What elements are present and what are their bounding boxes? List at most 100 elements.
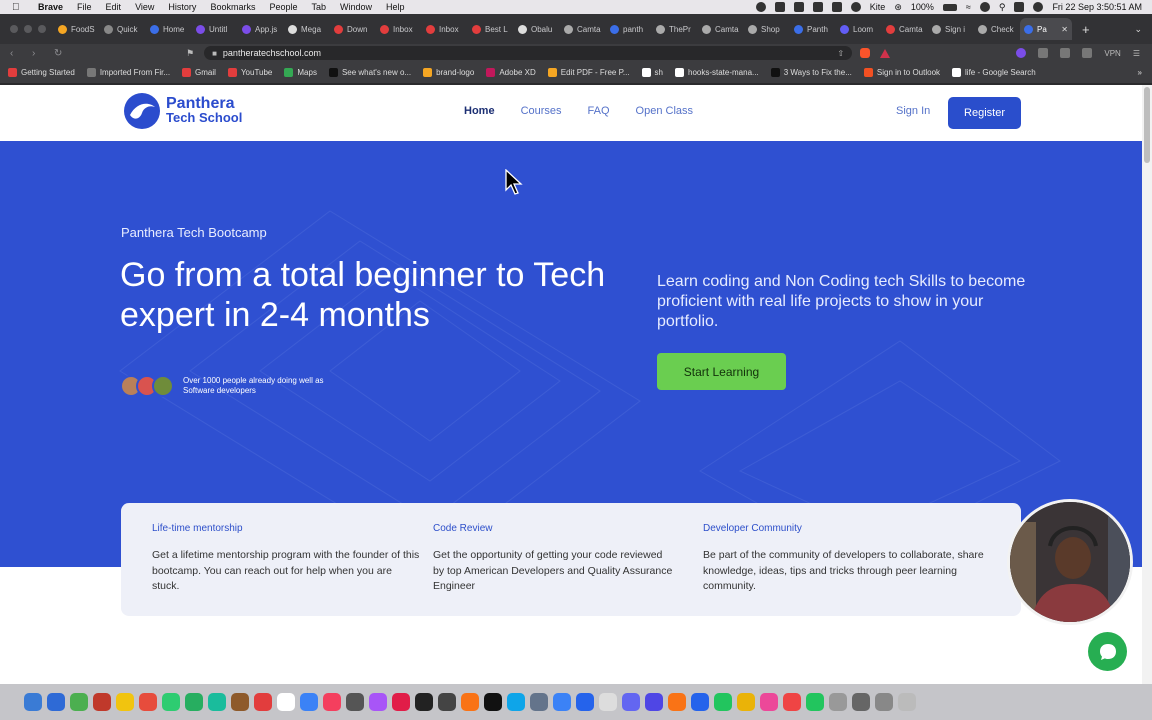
minimize-window-button[interactable] bbox=[24, 25, 32, 33]
wallet-icon[interactable] bbox=[1082, 48, 1093, 58]
vpn-button[interactable]: VPN bbox=[1104, 49, 1120, 58]
dock-app-icon[interactable] bbox=[415, 693, 433, 711]
bookmark-item[interactable]: Maps bbox=[284, 68, 317, 77]
bookmark-item[interactable]: Getting Started bbox=[8, 68, 75, 77]
bluetooth-icon[interactable]: ⊛ bbox=[894, 2, 902, 13]
bookmark-item[interactable]: See what's new o... bbox=[328, 68, 411, 77]
dock-app-icon[interactable] bbox=[116, 693, 134, 711]
browser-tab[interactable]: Camta bbox=[882, 18, 928, 40]
dock-app-icon[interactable] bbox=[277, 693, 295, 711]
dock-app-icon[interactable] bbox=[438, 693, 456, 711]
dock-app-icon[interactable] bbox=[576, 693, 594, 711]
browser-tab[interactable]: panth bbox=[606, 18, 652, 40]
browser-tab[interactable]: Mega bbox=[284, 18, 330, 40]
bookmark-item[interactable]: Edit PDF - Free P... bbox=[547, 68, 630, 77]
control-center-icon[interactable] bbox=[1014, 2, 1025, 12]
dock-app-icon[interactable] bbox=[254, 693, 272, 711]
menu-edit[interactable]: Edit bbox=[106, 2, 122, 12]
profile-icon[interactable] bbox=[1016, 48, 1027, 58]
dock-app-icon[interactable] bbox=[783, 693, 801, 711]
menu-bookmarks[interactable]: Bookmarks bbox=[210, 2, 255, 12]
more-bookmarks-icon[interactable]: » bbox=[1138, 68, 1142, 77]
close-window-button[interactable] bbox=[10, 25, 18, 33]
chat-widget-button[interactable] bbox=[1088, 632, 1127, 671]
browser-tab[interactable]: Inbox bbox=[376, 18, 422, 40]
browser-tab[interactable]: Home bbox=[146, 18, 192, 40]
dock-app-icon[interactable] bbox=[714, 693, 732, 711]
bookmark-item[interactable]: YouTube bbox=[227, 68, 272, 77]
bookmark-item[interactable]: sh bbox=[641, 68, 663, 77]
share-icon[interactable]: ⇧ bbox=[837, 49, 844, 58]
siri-icon[interactable] bbox=[1033, 2, 1044, 12]
record-icon[interactable] bbox=[755, 2, 766, 12]
site-logo[interactable]: Panthera Tech School bbox=[122, 91, 242, 131]
nav-home[interactable]: Home bbox=[464, 105, 495, 117]
lock-icon[interactable]: ■ bbox=[212, 49, 217, 58]
play-icon[interactable] bbox=[979, 2, 990, 12]
dock-app-icon[interactable] bbox=[691, 693, 709, 711]
menubar-app-icon[interactable] bbox=[850, 2, 861, 12]
menu-people[interactable]: People bbox=[269, 2, 297, 12]
bookmark-item[interactable]: Sign in to Outlook bbox=[863, 68, 940, 77]
url-text[interactable]: pantheratechschool.com bbox=[223, 48, 321, 58]
dock-app-icon[interactable] bbox=[369, 693, 387, 711]
dock-app-icon[interactable] bbox=[737, 693, 755, 711]
kite-status[interactable]: Kite bbox=[870, 2, 886, 12]
dock-app-icon[interactable] bbox=[185, 693, 203, 711]
clock[interactable]: Fri 22 Sep 3:50:51 AM bbox=[1052, 2, 1142, 12]
menu-file[interactable]: File bbox=[77, 2, 92, 12]
battery-percent[interactable]: 100% bbox=[911, 2, 934, 12]
browser-tab[interactable]: Shop bbox=[744, 18, 790, 40]
reload-button[interactable]: ↻ bbox=[54, 48, 66, 59]
browser-tab[interactable]: Sign i bbox=[928, 18, 974, 40]
dock-app-icon[interactable] bbox=[162, 693, 180, 711]
bookmark-item[interactable]: Gmail bbox=[182, 68, 216, 77]
dock-app-icon[interactable] bbox=[599, 693, 617, 711]
browser-tab[interactable]: Camta bbox=[560, 18, 606, 40]
menu-window[interactable]: Window bbox=[340, 2, 372, 12]
register-button[interactable]: Register bbox=[948, 97, 1021, 129]
browser-tab[interactable]: Inbox bbox=[422, 18, 468, 40]
browser-tab[interactable]: Check bbox=[974, 18, 1020, 40]
dock-app-icon[interactable] bbox=[461, 693, 479, 711]
browser-tab[interactable]: Loom bbox=[836, 18, 882, 40]
browser-tab[interactable]: Camta bbox=[698, 18, 744, 40]
nav-courses[interactable]: Courses bbox=[521, 105, 562, 117]
browser-tab[interactable]: Best L bbox=[468, 18, 514, 40]
bookmark-item[interactable]: Adobe XD bbox=[486, 68, 536, 77]
menu-help[interactable]: Help bbox=[386, 2, 405, 12]
bookmark-icon[interactable]: ⚑ bbox=[186, 48, 194, 59]
bookmark-item[interactable]: hooks-state-mana... bbox=[675, 68, 759, 77]
menu-icon[interactable]: ☰ bbox=[1133, 49, 1140, 58]
dock-app-icon[interactable] bbox=[231, 693, 249, 711]
browser-tab[interactable]: Panth bbox=[790, 18, 836, 40]
browser-tab[interactable]: Pa ✕ bbox=[1020, 18, 1072, 40]
dock-app-icon[interactable] bbox=[852, 693, 870, 711]
extensions-icon[interactable] bbox=[1038, 48, 1049, 58]
menu-brave[interactable]: Brave bbox=[38, 2, 63, 12]
zoom-window-button[interactable] bbox=[38, 25, 46, 33]
dock-app-icon[interactable] bbox=[484, 693, 502, 711]
menu-view[interactable]: View bbox=[135, 2, 154, 12]
page-scrollbar[interactable] bbox=[1142, 85, 1152, 684]
dock-app-icon[interactable] bbox=[668, 693, 686, 711]
bookmark-item[interactable]: brand-logo bbox=[423, 68, 474, 77]
browser-tab[interactable]: Quick bbox=[100, 18, 146, 40]
dock-app-icon[interactable] bbox=[139, 693, 157, 711]
dock-app-icon[interactable] bbox=[47, 693, 65, 711]
dock-app-icon[interactable] bbox=[323, 693, 341, 711]
menu-history[interactable]: History bbox=[168, 2, 196, 12]
forward-button[interactable]: › bbox=[32, 48, 44, 59]
dock-app-icon[interactable] bbox=[24, 693, 42, 711]
new-tab-button[interactable]: + bbox=[1082, 22, 1090, 37]
dock-app-icon[interactable] bbox=[645, 693, 663, 711]
dock-app-icon[interactable] bbox=[93, 693, 111, 711]
dock-app-icon[interactable] bbox=[806, 693, 824, 711]
dock-app-icon[interactable] bbox=[346, 693, 364, 711]
dock-app-icon[interactable] bbox=[392, 693, 410, 711]
nav-faq[interactable]: FAQ bbox=[588, 105, 610, 117]
back-button[interactable]: ‹ bbox=[10, 48, 22, 59]
browser-tab[interactable]: App.js bbox=[238, 18, 284, 40]
menubar-app-icon[interactable] bbox=[793, 2, 804, 12]
bookmark-item[interactable]: 3 Ways to Fix the... bbox=[770, 68, 852, 77]
